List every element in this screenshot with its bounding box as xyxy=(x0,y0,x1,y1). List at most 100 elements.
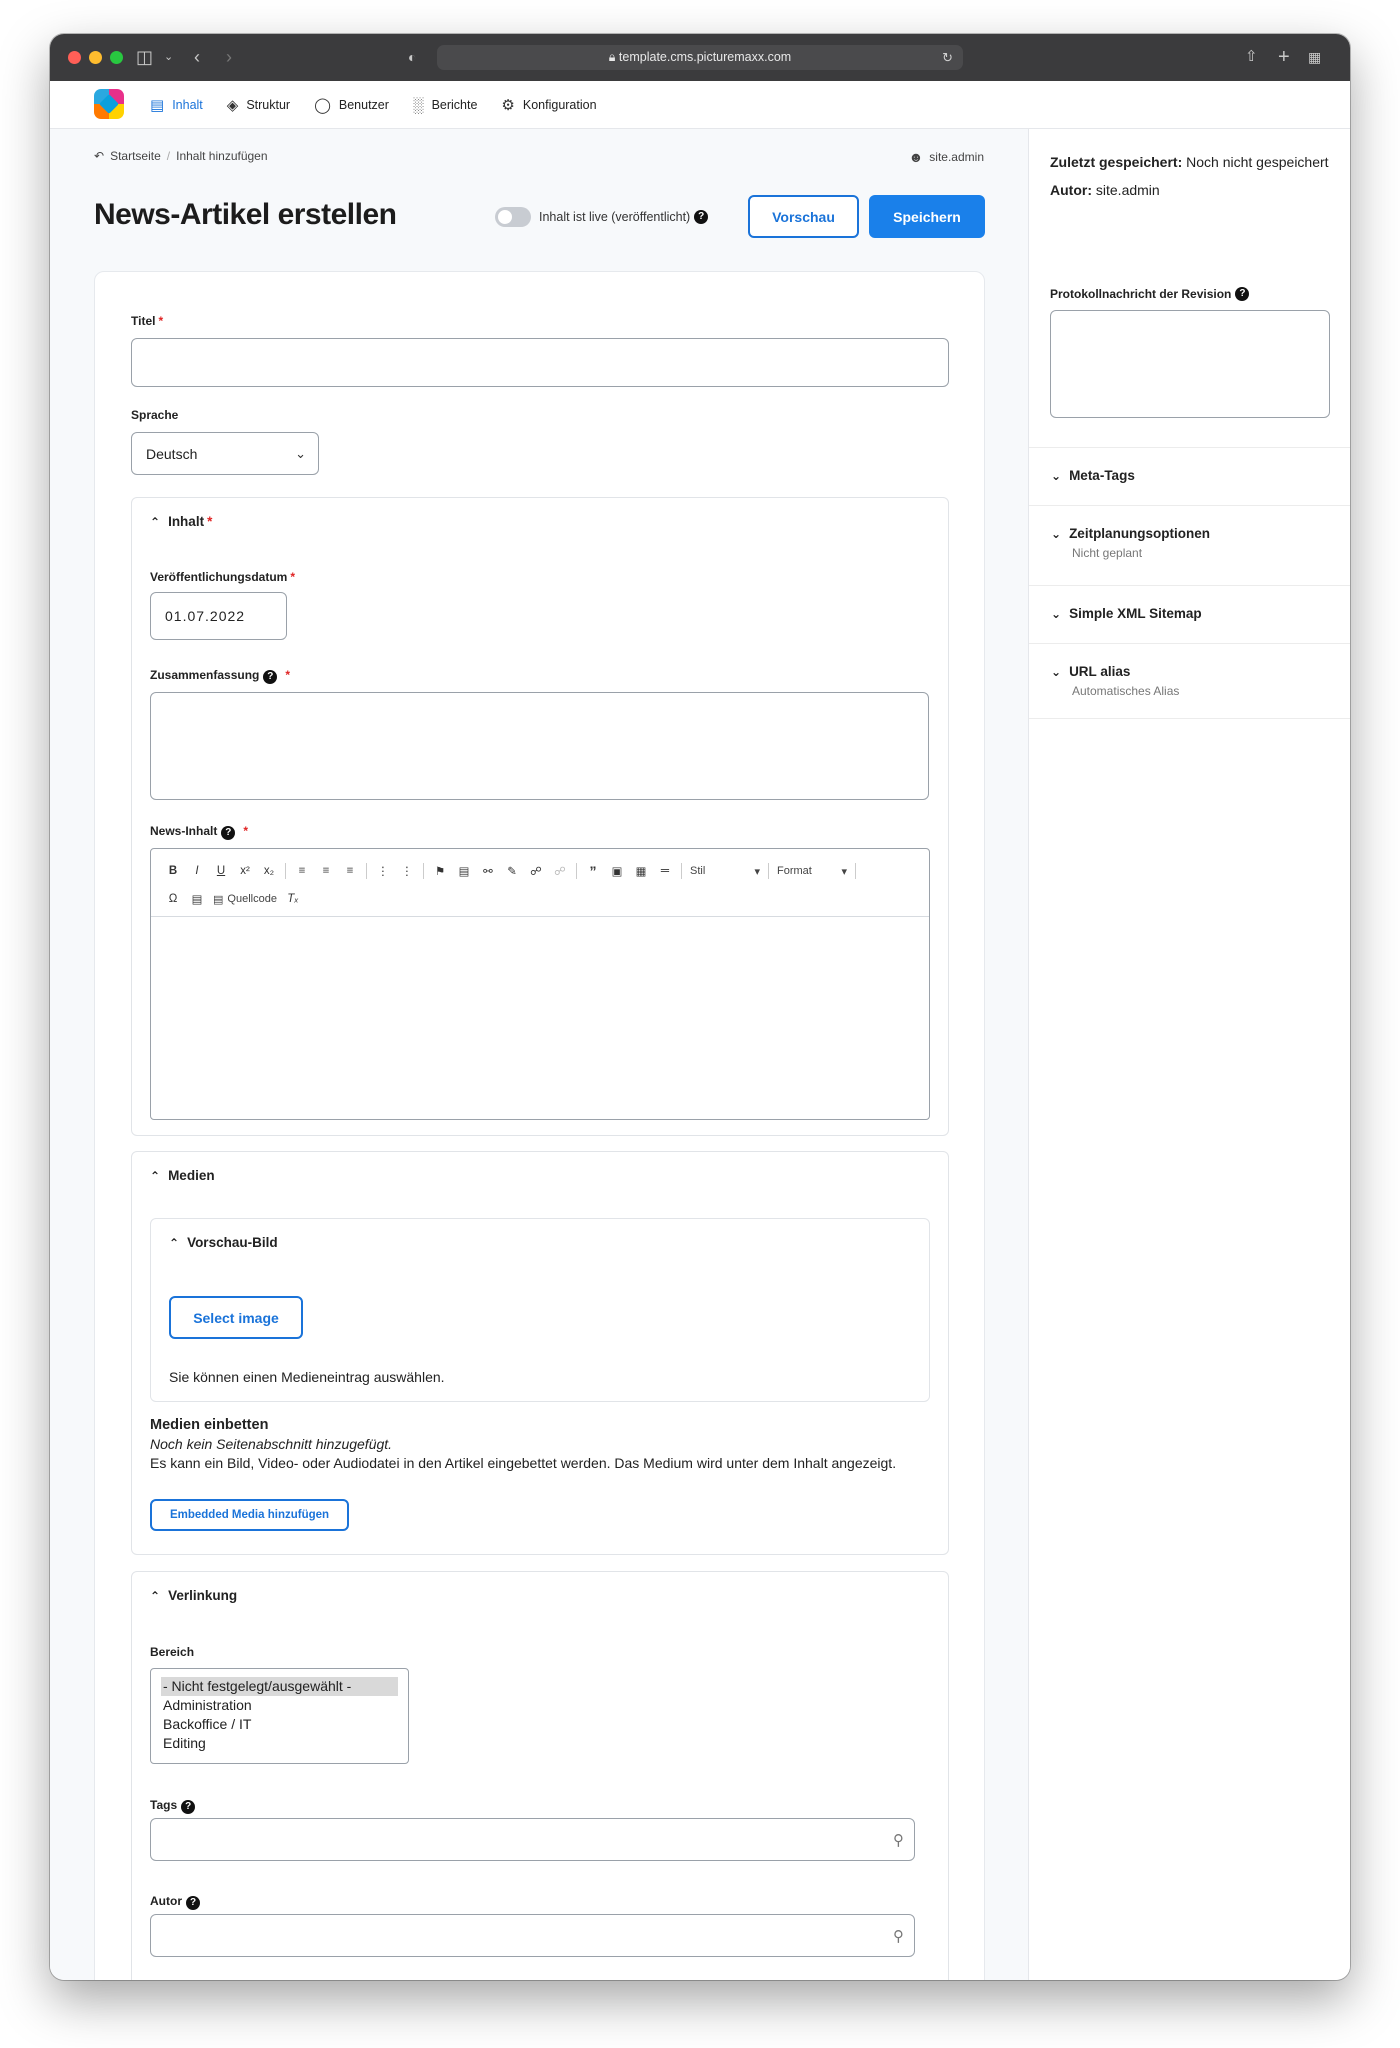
help-icon[interactable]: ? xyxy=(221,826,236,840)
share-icon[interactable]: ⇧ xyxy=(1245,46,1258,68)
sidebar-section-url-alias[interactable]: ⌄ URL alias Automatisches Alias xyxy=(1029,643,1350,719)
unlink-icon[interactable]: ☍ xyxy=(548,864,572,878)
italic-icon[interactable]: I xyxy=(185,865,209,877)
window-controls xyxy=(68,51,123,64)
help-icon[interactable]: ? xyxy=(694,210,709,224)
area-option[interactable]: Editing xyxy=(161,1734,398,1753)
last-saved-value: Noch nicht gespeichert xyxy=(1186,154,1329,170)
live-toggle[interactable]: Inhalt ist live (veröffentlicht) ? xyxy=(495,207,709,227)
language-select[interactable]: Deutsch ⌄ xyxy=(131,432,319,475)
preview-image-toggle[interactable]: ⌃ Vorschau-Bild xyxy=(169,1235,278,1250)
content-section-toggle[interactable]: ⌃ Inhalt * xyxy=(150,514,212,529)
highlight-icon[interactable]: ✎ xyxy=(500,864,524,878)
chevron-down-icon[interactable]: ⌄ xyxy=(164,46,173,68)
area-option[interactable]: Backoffice / IT xyxy=(161,1715,398,1734)
bold-icon[interactable]: B xyxy=(161,865,185,877)
linking-fieldset: ⌃ Verlinkung Bereich - Nicht festgelegt/… xyxy=(131,1571,949,1980)
chevron-down-icon: ⌄ xyxy=(1051,664,1062,679)
select-image-button[interactable]: Select image xyxy=(169,1296,303,1339)
breadcrumb-current[interactable]: Inhalt hinzufügen xyxy=(176,149,267,163)
source-button[interactable]: ▤ Quellcode xyxy=(209,893,281,906)
superscript-icon[interactable]: x² xyxy=(233,865,257,877)
lock-icon: 🔒︎ xyxy=(608,50,619,64)
live-switch[interactable] xyxy=(495,207,531,227)
nav-item-label: Benutzer xyxy=(338,98,389,112)
add-embedded-media-button[interactable]: Embedded Media hinzufügen xyxy=(150,1499,349,1531)
align-center-icon[interactable]: ≡ xyxy=(314,865,338,877)
app-logo[interactable] xyxy=(94,89,124,119)
close-window-button[interactable] xyxy=(68,51,81,64)
editor-body[interactable] xyxy=(151,917,929,1119)
special-characters-icon[interactable]: Ω xyxy=(161,893,185,905)
help-icon[interactable]: ? xyxy=(263,670,278,684)
title-input[interactable] xyxy=(131,338,949,387)
flag-icon[interactable]: ⚑ xyxy=(428,864,452,878)
new-tab-icon[interactable]: + xyxy=(1278,46,1290,68)
pub-date-input[interactable] xyxy=(150,592,287,640)
remove-format-icon[interactable]: Tₓ xyxy=(281,893,305,905)
area-option[interactable]: - Nicht festgelegt/ausgewählt - xyxy=(161,1677,398,1696)
app-navigation: ▤ Inhalt ◈ Struktur ◯ Benutzer ░ Bericht… xyxy=(50,81,1350,129)
back-icon[interactable]: ‹ xyxy=(194,46,200,68)
nav-item-konfiguration[interactable]: ⚙ Konfiguration xyxy=(501,96,596,114)
breadcrumb: ↶ Startseite / Inhalt hinzufügen xyxy=(94,149,268,163)
media-section-toggle[interactable]: ⌃ Medien xyxy=(150,1168,215,1183)
format-dropdown[interactable]: Format ▾ xyxy=(773,865,851,878)
tags-label: Tags? xyxy=(150,1798,196,1814)
breadcrumb-separator: / xyxy=(166,149,171,163)
area-option[interactable]: Administration xyxy=(161,1696,398,1715)
reload-icon[interactable]: ↻ xyxy=(942,45,953,70)
linking-section-toggle[interactable]: ⌃ Verlinkung xyxy=(150,1588,237,1603)
forward-icon[interactable]: › xyxy=(226,46,232,68)
link-icon[interactable]: ☍ xyxy=(524,864,548,878)
document-link-icon[interactable]: ▤ xyxy=(452,864,476,878)
page-title: News-Artikel erstellen xyxy=(94,198,397,231)
nav-item-benutzer[interactable]: ◯ Benutzer xyxy=(314,96,389,114)
subscript-icon[interactable]: x₂ xyxy=(257,865,281,877)
nav-item-inhalt[interactable]: ▤ Inhalt xyxy=(150,96,203,114)
area-label: Bereich xyxy=(150,1645,195,1659)
source-icon: ▤ xyxy=(213,893,224,906)
content-fieldset: ⌃ Inhalt* Veröffentlichungsdatum* Zusamm… xyxy=(131,497,949,1136)
save-button[interactable]: Speichern xyxy=(869,195,985,238)
area-listbox[interactable]: - Nicht festgelegt/ausgewählt - Administ… xyxy=(150,1668,409,1764)
revision-log-textarea[interactable] xyxy=(1050,310,1330,418)
bar-chart-icon: ░ xyxy=(412,96,424,114)
help-icon[interactable]: ? xyxy=(186,1896,200,1910)
summary-label: Zusammenfassung? * xyxy=(150,668,291,684)
user-menu[interactable]: ☻ site.admin xyxy=(909,149,984,165)
breadcrumb-home-link[interactable]: Startseite xyxy=(110,149,161,163)
image-icon[interactable]: ▣ xyxy=(605,864,629,878)
help-icon[interactable]: ? xyxy=(181,1800,196,1814)
nav-item-struktur[interactable]: ◈ Struktur xyxy=(227,96,290,114)
horizontal-rule-icon[interactable]: ═ xyxy=(653,865,677,877)
tags-input[interactable]: ⚲ xyxy=(150,1818,915,1861)
align-left-icon[interactable]: ≡ xyxy=(290,865,314,877)
address-bar[interactable]: 🔒︎ template.cms.picturemaxx.com ↻ xyxy=(437,45,963,70)
nav-item-berichte[interactable]: ░ Berichte xyxy=(413,97,478,114)
privacy-shield-icon[interactable]: ◐ xyxy=(408,46,416,68)
sidebar-section-scheduling[interactable]: ⌄ Zeitplanungsoptionen Nicht geplant xyxy=(1029,505,1350,580)
style-dropdown[interactable]: Stil ▾ xyxy=(686,865,764,878)
sidebar-section-sitemap[interactable]: ⌄ Simple XML Sitemap xyxy=(1029,585,1350,641)
author-input[interactable]: ⚲ xyxy=(150,1914,915,1957)
numbered-list-icon[interactable]: ⋮ xyxy=(395,864,419,878)
sidebar-section-meta-tags[interactable]: ⌄ Meta-Tags xyxy=(1029,447,1350,503)
table-icon[interactable]: ▦ xyxy=(629,864,653,878)
back-arrow-icon[interactable]: ↶ xyxy=(94,149,104,163)
minimize-window-button[interactable] xyxy=(89,51,102,64)
media-embed-icon[interactable]: ▤ xyxy=(185,892,209,906)
blockquote-icon[interactable]: ” xyxy=(581,863,605,879)
underline-icon[interactable]: U xyxy=(209,865,233,877)
preview-image-fieldset: ⌃ Vorschau-Bild Select image Sie können … xyxy=(150,1218,930,1402)
title-label: Titel * xyxy=(131,314,164,328)
maximize-window-button[interactable] xyxy=(110,51,123,64)
align-right-icon[interactable]: ≡ xyxy=(338,865,362,877)
sidebar-toggle-icon[interactable]: ◫ xyxy=(136,46,153,68)
attachment-icon[interactable]: ⚯ xyxy=(476,864,500,878)
help-icon[interactable]: ? xyxy=(1235,287,1250,301)
preview-button[interactable]: Vorschau xyxy=(748,195,859,238)
tab-overview-icon[interactable]: ▦ xyxy=(1308,46,1321,68)
summary-textarea[interactable] xyxy=(150,692,929,800)
bullet-list-icon[interactable]: ⋮ xyxy=(371,864,395,878)
